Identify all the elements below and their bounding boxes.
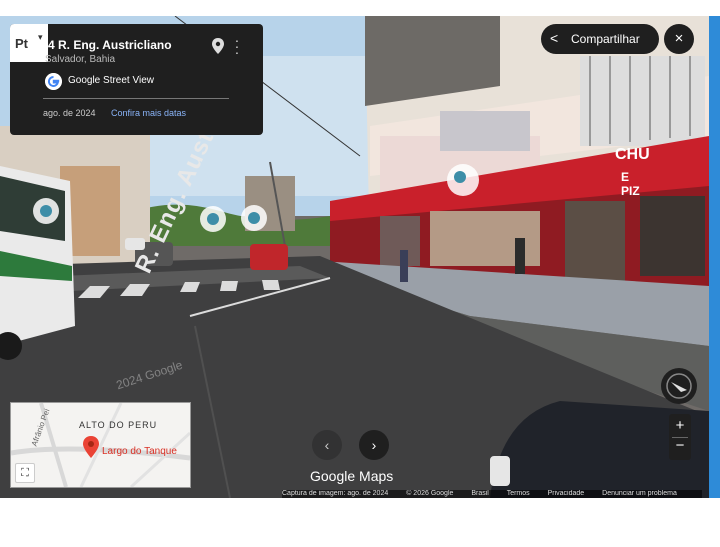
expand-map-icon[interactable]: ⛶: [15, 463, 35, 483]
chevron-left-icon: ‹: [324, 437, 330, 453]
more-dates-link[interactable]: Confira mais datas: [111, 108, 186, 118]
location-info-card: Pt ▾ 4 R. Eng. Austricliano Salvador, Ba…: [10, 24, 263, 135]
minimap-place-label: Largo do Tanque: [102, 446, 177, 457]
minimap[interactable]: ALTO DO PERU Afrânio Pei Largo do Tanque…: [10, 402, 191, 488]
chevron-down-icon: ▾: [38, 32, 43, 42]
location-pin-icon: [83, 436, 99, 458]
language-button[interactable]: Pt ▾: [10, 24, 48, 62]
side-strip: [709, 16, 720, 498]
close-button[interactable]: ×: [664, 24, 694, 54]
navigation-marker[interactable]: [33, 198, 59, 224]
footer-copyright: © 2026 Google: [406, 490, 454, 497]
close-icon: ×: [674, 30, 684, 47]
attribution-footer: Captura de imagem: ago. de 2024 © 2026 G…: [282, 490, 702, 498]
share-button[interactable]: < Compartilhar: [541, 24, 659, 54]
location-subtitle: Salvador, Bahia: [45, 54, 116, 65]
language-button-label: Pt: [15, 36, 28, 51]
street-view-panorama[interactable]: CHU E PIZ R. Eng. Austric 2024 Google Pt…: [0, 16, 709, 498]
navigation-marker[interactable]: [241, 205, 267, 231]
google-logo-icon: [45, 73, 62, 90]
compass-button[interactable]: [661, 368, 697, 404]
location-title: 4 R. Eng. Austricliano: [48, 38, 172, 52]
map-pin-icon[interactable]: [211, 38, 225, 54]
google-maps-brand: Google Maps: [310, 468, 394, 484]
navigation-marker[interactable]: [200, 206, 226, 232]
footer-country[interactable]: Brasil: [471, 490, 489, 497]
chevron-right-icon: ›: [371, 437, 377, 453]
zoom-control: + −: [669, 414, 691, 460]
share-icon: <: [550, 30, 559, 46]
footer-capture: Captura de imagem: ago. de 2024: [282, 490, 389, 497]
more-options-icon[interactable]: · · ·: [232, 33, 242, 59]
compass-icon: [666, 373, 692, 399]
minimap-area-label: ALTO DO PERU: [79, 420, 158, 430]
zoom-out-button[interactable]: −: [669, 437, 691, 454]
footer-report[interactable]: Denunciar um problema: [602, 490, 677, 497]
zoom-in-button[interactable]: +: [669, 417, 691, 434]
footer-privacy[interactable]: Privacidade: [548, 490, 585, 497]
card-divider: [43, 98, 229, 99]
capture-date: ago. de 2024: [43, 108, 96, 118]
street-view-brand: Google Street View: [68, 75, 154, 86]
share-button-label: Compartilhar: [571, 32, 640, 46]
next-button[interactable]: ›: [359, 430, 389, 460]
footer-terms[interactable]: Termos: [507, 490, 530, 497]
previous-button[interactable]: ‹: [312, 430, 342, 460]
navigation-marker[interactable]: [447, 164, 479, 196]
